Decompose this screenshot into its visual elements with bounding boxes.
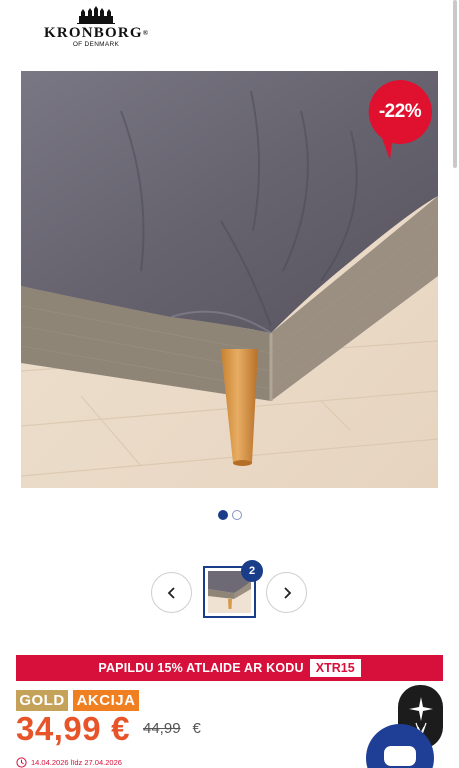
brand-subtitle: OF DENMARK [72,41,120,48]
validity-text: 14.04.2026 līdz 27.04.2026 [31,757,122,767]
current-price: 34,99 € [16,710,130,748]
promo-text: PAPILDU 15% ATLAIDE AR KODU [98,661,304,675]
old-price: 44,99 € [143,720,201,737]
price-validity: 14.04.2026 līdz 27.04.2026 [16,755,122,768]
thumbnail-count-badge: 2 [241,560,263,582]
castle-icon [77,6,115,24]
gallery-dots [218,510,242,520]
gallery-dot-1[interactable] [218,510,228,520]
sale-tag: AKCIJA [73,690,139,711]
thumbnail-prev-button[interactable] [151,572,192,613]
promo-code[interactable]: XTR15 [309,659,361,677]
old-price-currency: € [192,720,201,737]
promo-banner[interactable]: PAPILDU 15% ATLAIDE AR KODU XTR15 [16,655,443,681]
product-page: KRONBORG® OF DENMARK -22% 2 PAPILDU 15% … [0,0,459,768]
clock-icon [16,756,27,768]
chat-bubble-icon [384,746,416,766]
chevron-right-icon [283,586,291,599]
discount-badge-label: -22% [378,101,422,122]
price-value: 34,99 [16,710,102,747]
price-currency: € [111,710,130,747]
chevron-left-icon [167,586,175,599]
gold-tag: GOLD [16,690,68,711]
old-price-value: 44,99 [143,720,181,737]
gallery-dot-2[interactable] [232,510,242,520]
brand-logo[interactable]: KRONBORG® OF DENMARK [44,6,148,56]
brand-name: KRONBORG® [44,25,150,41]
discount-badge: -22% [368,80,432,160]
thumbnail-next-button[interactable] [266,572,307,613]
scrollbar[interactable] [453,0,457,168]
